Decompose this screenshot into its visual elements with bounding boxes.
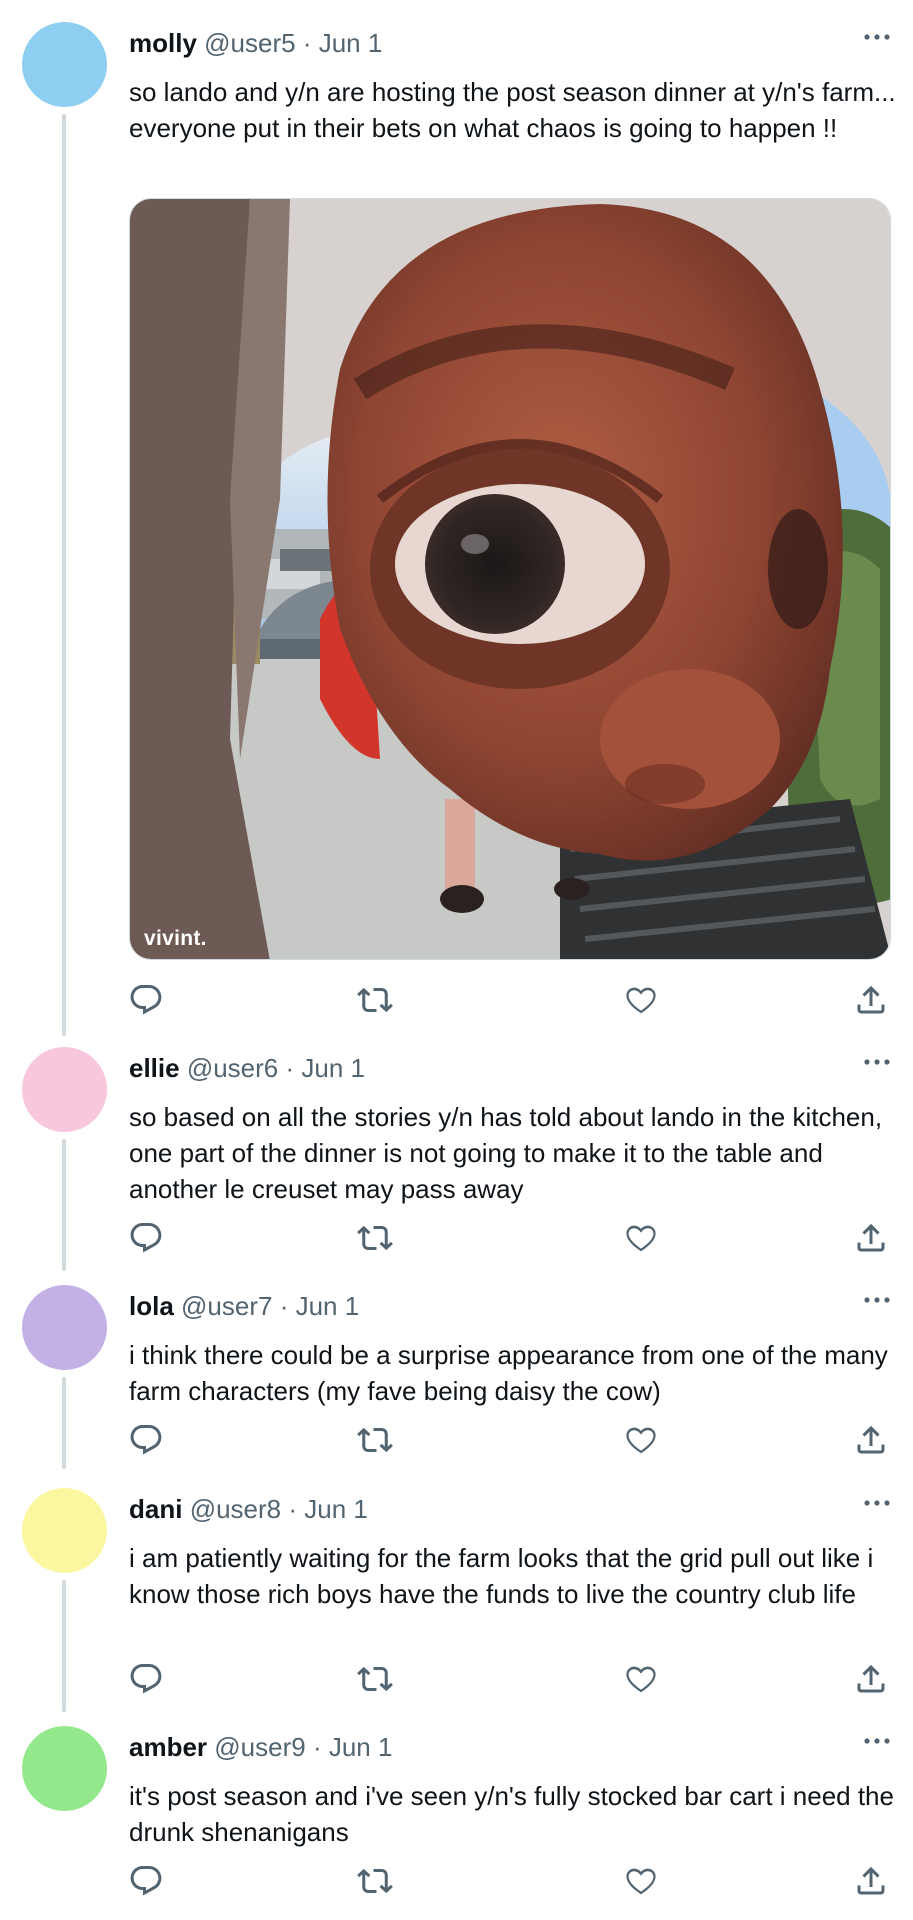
timestamp[interactable]: Jun 1 [296, 1291, 360, 1321]
heart-icon[interactable] [623, 1422, 659, 1458]
tweet[interactable]: lola @user7 · Jun 1 i think there could … [0, 1263, 913, 1469]
separator: · [272, 1291, 296, 1321]
tweet-header: molly @user5 · Jun 1 [129, 28, 382, 58]
share-icon[interactable] [853, 982, 889, 1018]
avatar[interactable] [22, 1047, 107, 1132]
tweet-actions [0, 982, 913, 1018]
heart-icon[interactable] [623, 1863, 659, 1899]
avatar[interactable] [22, 1726, 107, 1811]
separator: · [281, 1494, 305, 1524]
reply-icon[interactable] [128, 1661, 164, 1697]
thread-line [62, 114, 66, 1036]
display-name[interactable]: dani [129, 1494, 182, 1524]
display-name[interactable]: molly [129, 28, 197, 58]
tweet-text: i am patiently waiting for the farm look… [129, 1543, 874, 1609]
tweet-actions [0, 1220, 913, 1256]
avatar[interactable] [22, 1285, 107, 1370]
tweet[interactable]: amber @user9 · Jun 1 it's post season an… [0, 1704, 913, 1920]
avatar[interactable] [22, 22, 107, 107]
separator: · [278, 1053, 302, 1083]
display-name[interactable]: amber [129, 1732, 207, 1762]
reply-icon[interactable] [128, 1422, 164, 1458]
more-horizontal-icon[interactable] [862, 1047, 892, 1077]
tweet-header: lola @user7 · Jun 1 [129, 1291, 359, 1321]
timestamp[interactable]: Jun 1 [319, 28, 383, 58]
reply-icon[interactable] [128, 1220, 164, 1256]
more-horizontal-icon[interactable] [862, 1285, 892, 1315]
share-icon[interactable] [853, 1661, 889, 1697]
separator: · [295, 28, 319, 58]
tweet-thread: molly @user5 · Jun 1 so lando and y/n ar… [0, 0, 913, 1920]
tweet-text: so based on all the stories y/n has told… [129, 1102, 883, 1204]
reply-icon[interactable] [128, 1863, 164, 1899]
tweet[interactable]: dani @user8 · Jun 1 i am patiently waiti… [0, 1466, 913, 1712]
share-icon[interactable] [853, 1863, 889, 1899]
share-icon[interactable] [853, 1422, 889, 1458]
tweet-header: dani @user8 · Jun 1 [129, 1494, 368, 1524]
display-name[interactable]: ellie [129, 1053, 180, 1083]
user-handle[interactable]: @user9 [214, 1732, 305, 1762]
retweet-icon[interactable] [357, 1220, 393, 1256]
retweet-icon[interactable] [357, 1863, 393, 1899]
tweet-image[interactable]: vivint. [129, 198, 891, 960]
more-horizontal-icon[interactable] [862, 22, 892, 52]
display-name[interactable]: lola [129, 1291, 174, 1321]
timestamp[interactable]: Jun 1 [304, 1494, 368, 1524]
tweet[interactable]: ellie @user6 · Jun 1 so based on all the… [0, 1025, 913, 1271]
retweet-icon[interactable] [357, 1661, 393, 1697]
avatar[interactable] [22, 1488, 107, 1573]
timestamp[interactable]: Jun 1 [301, 1053, 365, 1083]
tweet-header: amber @user9 · Jun 1 [129, 1732, 392, 1762]
timestamp[interactable]: Jun 1 [329, 1732, 393, 1762]
tweet-actions [0, 1422, 913, 1458]
heart-icon[interactable] [623, 1661, 659, 1697]
heart-icon[interactable] [623, 982, 659, 1018]
more-horizontal-icon[interactable] [862, 1488, 892, 1518]
tweet-text: it's post season and i've seen y/n's ful… [129, 1781, 894, 1847]
reply-icon[interactable] [128, 982, 164, 1018]
more-horizontal-icon[interactable] [862, 1726, 892, 1756]
user-handle[interactable]: @user7 [181, 1291, 272, 1321]
tweet[interactable]: molly @user5 · Jun 1 so lando and y/n ar… [0, 0, 913, 1036]
tweet-header: ellie @user6 · Jun 1 [129, 1053, 365, 1083]
heart-icon[interactable] [623, 1220, 659, 1256]
user-handle[interactable]: @user8 [190, 1494, 281, 1524]
retweet-icon[interactable] [357, 1422, 393, 1458]
tweet-actions [0, 1863, 913, 1899]
image-watermark: vivint. [144, 927, 207, 950]
share-icon[interactable] [853, 1220, 889, 1256]
user-handle[interactable]: @user6 [187, 1053, 278, 1083]
tweet-text: so lando and y/n are hosting the post se… [129, 77, 896, 143]
tweet-actions [0, 1661, 913, 1697]
retweet-icon[interactable] [357, 982, 393, 1018]
tweet-text: i think there could be a surprise appear… [129, 1340, 888, 1406]
user-handle[interactable]: @user5 [204, 28, 295, 58]
separator: · [305, 1732, 329, 1762]
